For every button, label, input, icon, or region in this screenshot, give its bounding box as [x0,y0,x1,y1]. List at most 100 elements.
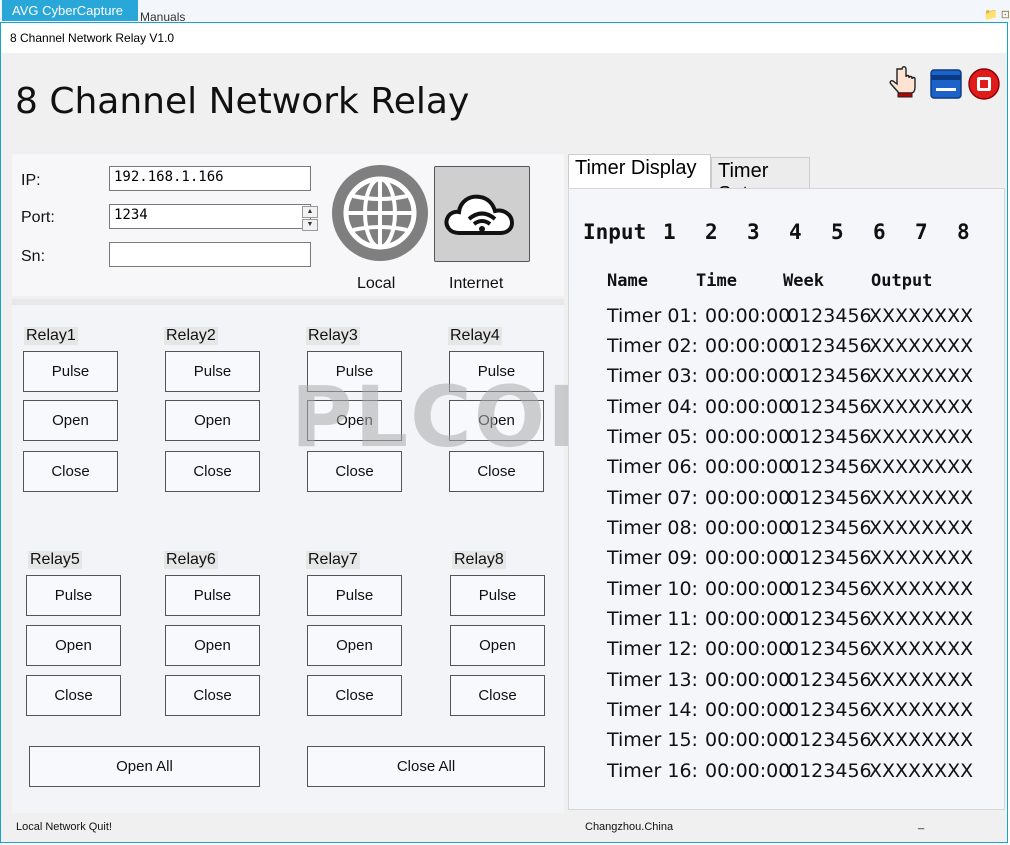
timer-row: Timer 07: 00:00:000123456XXXXXXXX [607,487,973,509]
timer-output: XXXXXXXX [869,365,974,387]
relay2-close-button[interactable]: Close [165,451,260,492]
tab-timer-set[interactable]: Timer Set [711,157,810,205]
timer-name: Timer 03: [607,365,698,387]
timer-time: 00:00:00 [705,547,791,569]
relay7-pulse-button[interactable]: Pulse [307,575,402,616]
relay5-pulse-button[interactable]: Pulse [26,575,121,616]
timer-week: 0123456 [787,608,872,630]
os-background-strip: AVG CyberCapture Manuals 📁 ⊡ [0,0,1010,24]
relay1-close-button[interactable]: Close [23,451,118,492]
timer-row: Timer 09: 00:00:000123456XXXXXXXX [607,547,973,569]
card-icon[interactable] [929,67,963,101]
timer-time: 00:00:00 [705,426,791,448]
timer-name: Timer 08: [607,517,698,539]
timer-row: Timer 14: 00:00:000123456XXXXXXXX [607,699,973,721]
relay8-open-button[interactable]: Open [450,625,545,666]
tab-timer-display[interactable]: Timer Display [568,154,711,190]
timer-output: XXXXXXXX [869,305,974,327]
relay7-open-button[interactable]: Open [307,625,402,666]
folder-icons: 📁 ⊡ [984,9,1010,21]
timer-time: 00:00:00 [705,608,791,630]
timer-name: Timer 10: [607,578,698,600]
timer-row: Timer 03: 00:00:000123456XXXXXXXX [607,365,973,387]
timer-name: Timer 15: [607,729,698,751]
timer-name: Timer 04: [607,396,698,418]
relay1-label: Relay1 [24,327,78,345]
timer-week: 0123456 [787,760,872,782]
globe-icon [343,176,417,250]
internet-label: Internet [449,275,504,292]
spin-up-icon[interactable]: ▲ [302,206,318,218]
timer-name: Timer 07: [607,487,698,509]
timer-time: 00:00:00 [705,487,791,509]
timer-output: XXXXXXXX [869,699,974,721]
timer-name: Timer 12: [607,638,698,660]
relay7-label: Relay7 [306,551,360,569]
relay3-label: Relay3 [306,327,360,345]
port-label: Port: [21,209,55,226]
timer-output: XXXXXXXX [869,547,974,569]
timer-week: 0123456 [787,517,872,539]
relay2-label: Relay2 [164,327,218,345]
stop-icon[interactable] [967,67,1001,101]
input-number-4: 4 [789,220,802,244]
timer-time: 00:00:00 [705,729,791,751]
relay8-close-button[interactable]: Close [450,675,545,716]
relay5-label: Relay5 [28,551,82,569]
timer-output: XXXXXXXX [869,608,974,630]
input-number-8: 8 [957,220,970,244]
timer-row: Timer 08: 00:00:000123456XXXXXXXX [607,517,973,539]
relay7-close-button[interactable]: Close [307,675,402,716]
timer-row: Timer 11: 00:00:000123456XXXXXXXX [607,608,973,630]
relay1-open-button[interactable]: Open [23,400,118,441]
timer-time: 00:00:00 [705,305,791,327]
window-title: 8 Channel Network Relay V1.0 [10,31,175,45]
app-heading: 8 Channel Network Relay [15,81,470,122]
timer-output: XXXXXXXX [869,760,974,782]
port-spinner[interactable]: ▲ ▼ [302,206,318,231]
sn-input[interactable] [109,242,311,267]
timer-output: XXXXXXXX [869,638,974,660]
local-globe-button[interactable] [332,165,428,261]
timer-row: Timer 06: 00:00:000123456XXXXXXXX [607,456,973,478]
close-all-button[interactable]: Close All [307,746,545,787]
spin-down-icon[interactable]: ▼ [302,219,318,231]
relay6-close-button[interactable]: Close [165,675,260,716]
sn-label: Sn: [21,248,46,265]
header-time: Time [696,271,737,291]
timer-time: 00:00:00 [705,578,791,600]
timer-row: Timer 05: 00:00:000123456XXXXXXXX [607,426,973,448]
hand-pointer-icon[interactable] [885,65,919,99]
avg-cybercapture-tab[interactable]: AVG CyberCapture [2,0,138,21]
relay6-pulse-button[interactable]: Pulse [165,575,260,616]
relay5-close-button[interactable]: Close [26,675,121,716]
relay2-pulse-button[interactable]: Pulse [165,351,260,392]
timer-row: Timer 16: 00:00:000123456XXXXXXXX [607,760,973,782]
timer-row: Timer 01: 00:00:000123456XXXXXXXX [607,305,973,327]
internet-cloud-button[interactable] [434,166,530,262]
timer-week: 0123456 [787,426,872,448]
relay6-label: Relay6 [164,551,218,569]
relay6-open-button[interactable]: Open [165,625,260,666]
relay8-label: Relay8 [452,551,506,569]
timer-name: Timer 09: [607,547,698,569]
relay8-pulse-button[interactable]: Pulse [450,575,545,616]
timer-row: Timer 12: 00:00:000123456XXXXXXXX [607,638,973,660]
relay5-open-button[interactable]: Open [26,625,121,666]
input-number-7: 7 [915,220,928,244]
timer-name: Timer 01: [607,305,698,327]
timer-output: XXXXXXXX [869,335,974,357]
relay1-pulse-button[interactable]: Pulse [23,351,118,392]
timer-output: XXXXXXXX [869,396,974,418]
timer-row: Timer 02: 00:00:000123456XXXXXXXX [607,335,973,357]
status-location: Changzhou.China [585,821,674,833]
relay2-open-button[interactable]: Open [165,400,260,441]
local-label: Local [357,275,396,292]
open-all-button[interactable]: Open All [29,746,260,787]
input-label: Input [583,220,647,244]
timer-time: 00:00:00 [705,396,791,418]
timer-row: Timer 15: 00:00:000123456XXXXXXXX [607,729,973,751]
app-window: 8 Channel Network Relay V1.0 8 Channel N… [0,22,1008,843]
port-input[interactable]: 1234 [109,204,311,229]
ip-input[interactable]: 192.168.1.166 [109,166,311,191]
